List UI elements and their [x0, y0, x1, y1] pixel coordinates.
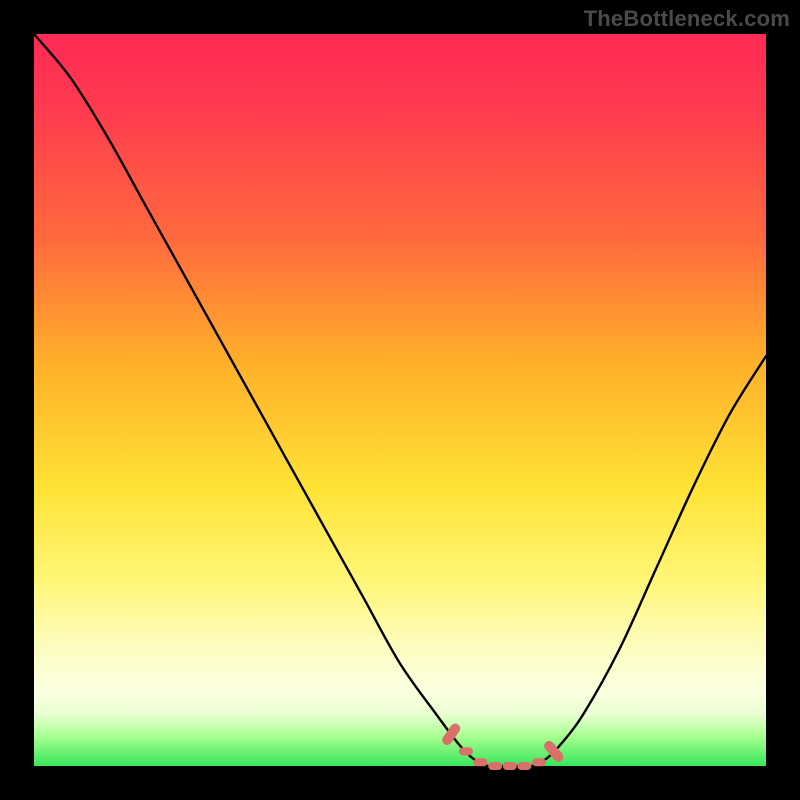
watermark-text: TheBottleneck.com: [584, 6, 790, 32]
sweet-spot-marker: [459, 747, 473, 755]
plot-area: [34, 34, 766, 766]
sweet-spot-marker: [503, 762, 517, 770]
sweet-spot-marker: [488, 762, 502, 770]
sweet-spot-marker: [532, 758, 546, 766]
sweet-spot-marker: [474, 758, 488, 766]
bottleneck-curve-path: [34, 34, 766, 767]
curve-svg: [34, 34, 766, 766]
chart-stage: TheBottleneck.com: [0, 0, 800, 800]
sweet-spot-marker: [517, 762, 531, 770]
